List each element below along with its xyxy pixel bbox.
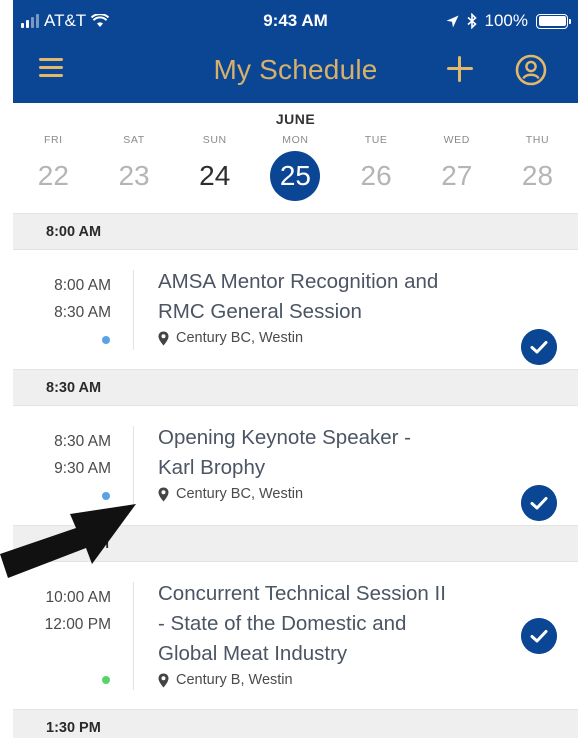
day-of-week: FRI (43, 134, 63, 146)
battery-percent: 100% (484, 11, 528, 30)
app-frame: AT&T 9:43 AM 100% My Schedule JUNE FRI 2… (13, 0, 578, 738)
event-title-line: RMC General Session (158, 300, 362, 323)
event-location: Century BC, Westin (158, 486, 303, 502)
day-row: FRI 22 SAT 23 SUN 24 MON 25 TUE 26 WED 2… (13, 131, 578, 201)
event-end-time: 12:00 PM (44, 616, 111, 633)
event-title-line: - State of the Domestic and (158, 612, 407, 635)
event-times: 8:00 AM 8:30 AM (13, 272, 111, 326)
annotation-arrow-icon (0, 504, 136, 578)
event-location: Century B, Westin (158, 672, 293, 688)
event-title: Opening Keynote Speaker - Karl Brophy (158, 423, 503, 483)
event-start-time: 8:00 AM (54, 277, 111, 294)
event-end-time: 9:30 AM (54, 460, 111, 477)
day-of-week: MON (282, 134, 309, 146)
day-number: 25 (270, 151, 321, 201)
location-arrow-icon (446, 15, 459, 27)
checkmark-icon[interactable] (521, 485, 557, 521)
event-start-time: 8:30 AM (54, 433, 111, 450)
day-number: 23 (118, 160, 150, 191)
map-pin-icon (158, 673, 169, 687)
event-location-text: Century BC, Westin (176, 330, 304, 346)
map-pin-icon (158, 487, 169, 501)
top-bar: AT&T 9:43 AM 100% My Schedule (13, 0, 578, 103)
day-number: 22 (37, 160, 69, 191)
divider (133, 582, 134, 690)
status-right: 100% (446, 11, 571, 31)
event-location-text: Century B, Westin (176, 672, 293, 688)
week-strip: JUNE FRI 22 SAT 23 SUN 24 MON 25 TUE 26 (13, 103, 578, 213)
day-of-week: THU (525, 134, 550, 146)
checkmark-icon[interactable] (521, 329, 557, 365)
event-end-time: 8:30 AM (54, 304, 111, 321)
day-number: 24 (199, 160, 231, 191)
event-title: Concurrent Technical Session II - State … (158, 579, 503, 669)
schedule-list: 8:00 AM 8:00 AM 8:30 AM AMSA Mentor Reco… (13, 213, 578, 738)
day-sat[interactable]: SAT 23 (94, 131, 175, 201)
event-times: 8:30 AM 9:30 AM (13, 428, 111, 482)
day-of-week: SAT (123, 134, 145, 146)
day-number: 26 (360, 160, 392, 191)
day-mon-selected[interactable]: MON 25 (255, 131, 336, 201)
status-bar: AT&T 9:43 AM 100% (13, 0, 578, 42)
checkmark-icon[interactable] (521, 618, 557, 654)
event-title-line: Concurrent Technical Session II (158, 582, 446, 605)
divider (133, 270, 134, 350)
time-section-header: 8:30 AM (13, 369, 578, 406)
event-row[interactable]: 8:00 AM 8:30 AM AMSA Mentor Recognition … (13, 250, 578, 369)
event-title: AMSA Mentor Recognition and RMC General … (158, 267, 503, 327)
event-title-line: Karl Brophy (158, 456, 266, 479)
day-sun[interactable]: SUN 24 (174, 131, 255, 201)
battery-icon (536, 13, 571, 29)
event-location: Century BC, Westin (158, 330, 303, 346)
day-of-week: WED (443, 134, 470, 146)
event-category-dot (102, 336, 110, 344)
day-thu[interactable]: THU 28 (497, 131, 578, 201)
day-wed[interactable]: WED 27 (416, 131, 497, 201)
map-pin-icon (158, 331, 169, 345)
month-label: JUNE (275, 111, 316, 127)
bluetooth-icon (466, 13, 477, 29)
event-category-dot (102, 676, 110, 684)
page-title: My Schedule (213, 54, 378, 85)
day-number: 28 (521, 160, 554, 191)
event-title-line: AMSA Mentor Recognition and (158, 270, 439, 293)
user-account-icon[interactable] (515, 54, 547, 86)
day-fri[interactable]: FRI 22 (13, 131, 94, 201)
plus-icon[interactable] (447, 56, 473, 82)
day-of-week: SUN (202, 134, 227, 146)
day-tue[interactable]: TUE 26 (336, 131, 417, 201)
day-of-week: TUE (364, 134, 388, 146)
event-location-text: Century BC, Westin (176, 486, 304, 502)
event-title-line: Opening Keynote Speaker - (158, 426, 411, 449)
event-times: 10:00 AM 12:00 PM (13, 584, 111, 638)
time-section-header: 1:30 PM (13, 709, 578, 738)
event-title-line: Global Meat Industry (158, 642, 348, 665)
event-start-time: 10:00 AM (45, 589, 112, 606)
nav-header: My Schedule (13, 42, 578, 103)
time-section-header: 8:00 AM (13, 213, 578, 250)
day-number: 27 (441, 160, 473, 191)
